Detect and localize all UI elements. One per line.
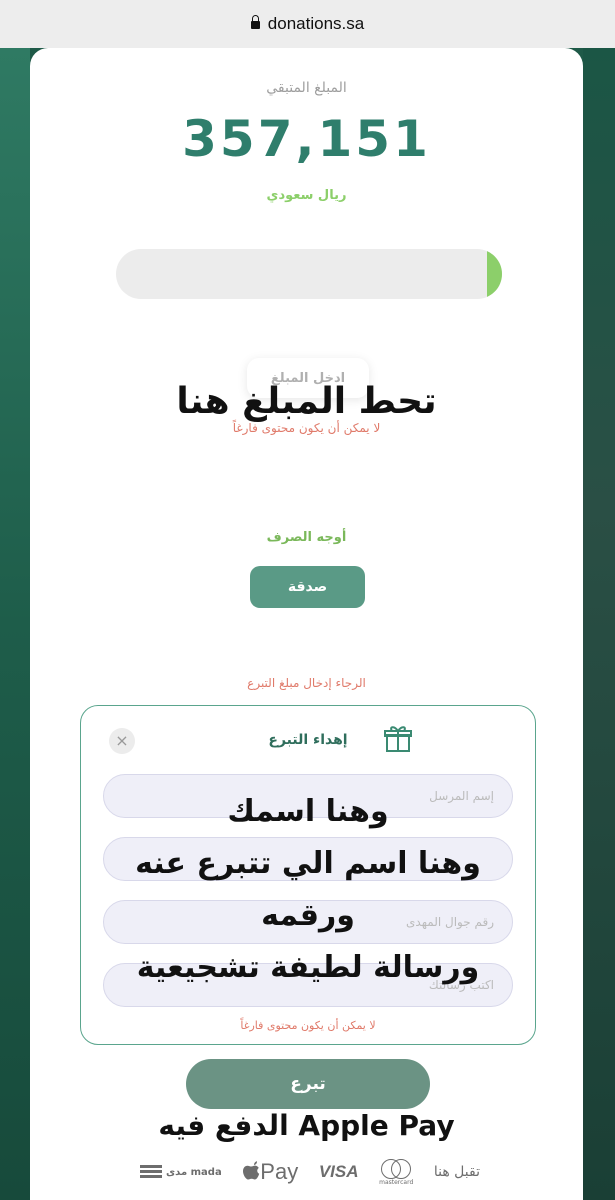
annotation-line: وهنا اسم الي تتبرع عنه [135, 846, 481, 881]
apple-icon [243, 1161, 260, 1180]
mada-logo: مدى mada [140, 1165, 222, 1179]
annotation-line: وهنا اسمك [227, 794, 389, 829]
donation-amount-error: الرجاء إدخال مبلغ التبرع [247, 676, 366, 690]
donate-button[interactable]: تبرع [186, 1059, 430, 1109]
apple-pay-logo: Pay [242, 1159, 298, 1185]
apple-pay-label: Pay [260, 1159, 299, 1184]
spending-label: أوجه الصرف [266, 530, 347, 545]
remaining-label: المبلغ المتبقي [266, 80, 347, 96]
gift-icon [384, 726, 412, 752]
amount-error: لا يمكن أن يكون محتوى فارغاً [232, 421, 381, 435]
mada-ar-label: مدى [166, 1166, 188, 1178]
gift-title: إهداء التبرع [268, 732, 348, 748]
mastercard-icon [381, 1158, 412, 1179]
browser-url-bar[interactable]: donations.sa [0, 0, 615, 48]
url-text: donations.sa [267, 14, 365, 33]
background-right [583, 48, 615, 1200]
mada-en-label: mada [190, 1166, 222, 1178]
mastercard-label: mastercard [379, 1178, 414, 1186]
payment-methods: مدى mada Pay VISA mastercard تقبل هنا [140, 1152, 480, 1192]
currency-label: ريال سعودي [266, 188, 347, 203]
sadaqa-option-button[interactable]: صدقة [250, 566, 365, 608]
gift-error: لا يمكن أن يكون محتوى فارغاً [240, 1019, 376, 1032]
annotation-apple-pay: الدفع فيه Apple Pay [158, 1109, 455, 1142]
annotation-line: ورقمه [261, 898, 355, 933]
mada-icon [140, 1165, 162, 1179]
lock-icon [250, 15, 260, 29]
gift-dialog: × إهداء التبرع إسم المرسل رقم جوال المهد… [80, 705, 536, 1045]
annotation-gift: وهنا اسمك وهنا اسم الي تتبرع عنه ورقمه و… [81, 786, 535, 994]
remaining-amount: 357,151 [182, 110, 431, 168]
annotation-line: ورسالة لطيفة تشجيعية [136, 950, 480, 985]
visa-logo: VISA [318, 1162, 359, 1181]
progress-bar [116, 249, 502, 299]
annotation-amount: تحط المبلغ هنا [176, 381, 437, 422]
accept-label: تقبل هنا [433, 1164, 480, 1180]
background-left [0, 48, 30, 1200]
progress-fill [486, 249, 502, 299]
donation-card: المبلغ المتبقي 357,151 ريال سعودي ادخل ا… [30, 48, 583, 1200]
mastercard-logo: mastercard [379, 1158, 414, 1186]
